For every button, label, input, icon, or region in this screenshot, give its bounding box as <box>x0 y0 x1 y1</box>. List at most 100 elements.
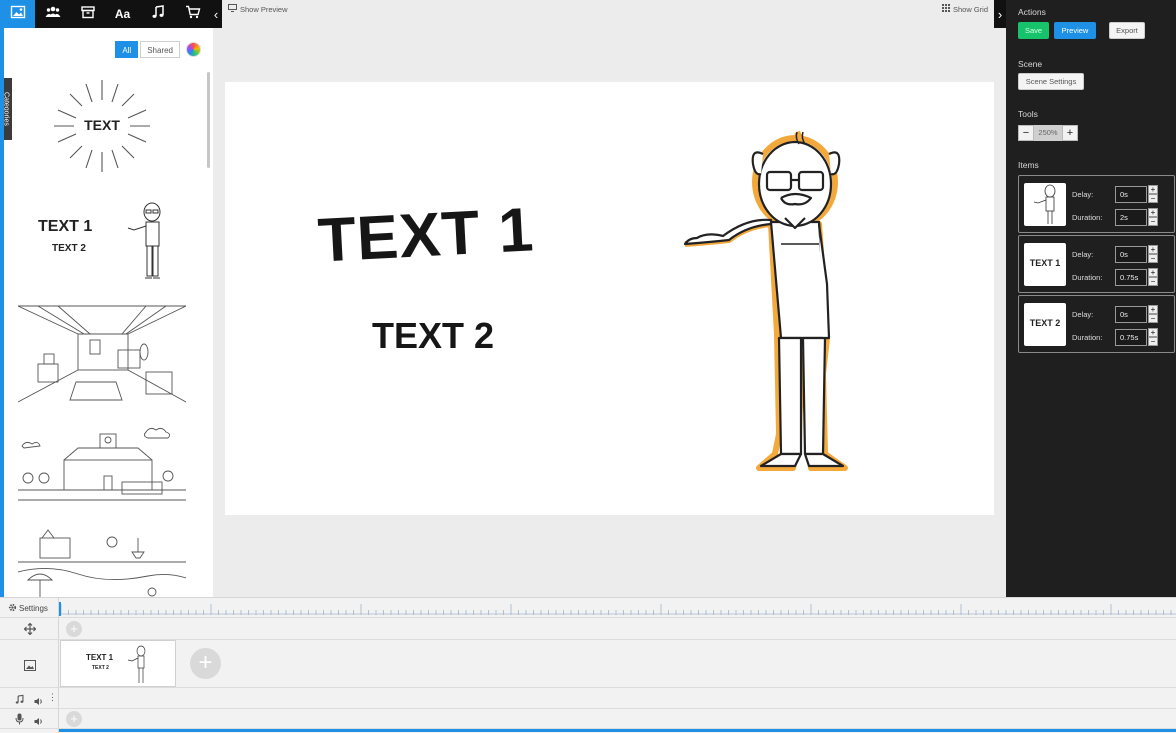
decrement-icon[interactable]: − <box>1148 254 1158 263</box>
delay-stepper[interactable]: + − <box>1148 185 1158 203</box>
item-duration-row: Duration: 0.75s + − <box>1072 268 1158 286</box>
export-button[interactable]: Export <box>1109 22 1145 39</box>
settings-label: Settings <box>19 604 48 613</box>
decrement-icon[interactable]: − <box>1148 194 1158 203</box>
timeline-scrollbar[interactable] <box>59 729 1176 732</box>
decrement-icon[interactable]: − <box>1148 314 1158 323</box>
asset-text1-label: TEXT 1 <box>38 218 93 235</box>
characters-tab[interactable] <box>35 0 70 28</box>
zoom-out-button[interactable]: − <box>1018 125 1034 141</box>
delay-stepper[interactable]: + − <box>1148 245 1158 263</box>
item-card-text2[interactable]: TEXT 2 Delay: 0s + − Duration: 0.75s + − <box>1018 295 1175 353</box>
show-grid-toggle[interactable]: Show Grid <box>941 4 988 14</box>
duration-label: Duration: <box>1072 332 1103 342</box>
filter-all-button[interactable]: All <box>115 41 139 58</box>
image-icon <box>24 658 36 676</box>
duration-stepper[interactable]: + − <box>1148 328 1158 346</box>
increment-icon[interactable]: + <box>1148 245 1158 254</box>
filter-shared-button[interactable]: Shared <box>140 41 180 58</box>
delay-input[interactable]: 0s <box>1115 305 1147 323</box>
add-voice-button[interactable]: + <box>66 711 82 727</box>
asset-school-scene[interactable] <box>18 426 186 514</box>
timeline-ruler[interactable] <box>59 598 1176 618</box>
duration-stepper[interactable]: + − <box>1148 208 1158 226</box>
old-man-thumbnail <box>127 202 161 279</box>
move-icon <box>23 622 37 640</box>
text-tab[interactable]: Aa <box>105 0 140 28</box>
monitor-icon <box>228 4 237 14</box>
duration-label: Duration: <box>1072 212 1103 222</box>
asset-text-burst[interactable]: TEXT <box>18 76 186 176</box>
playhead[interactable] <box>59 602 61 616</box>
item-duration-row: Duration: 0.75s + − <box>1072 328 1158 346</box>
volume-icon[interactable] <box>34 713 44 731</box>
delay-input[interactable]: 0s <box>1115 245 1147 263</box>
increment-icon[interactable]: + <box>1148 185 1158 194</box>
scene-canvas[interactable]: TEXT 1 TEXT 2 <box>225 82 994 515</box>
delay-label: Delay: <box>1072 309 1094 319</box>
zoom-control: − 250% + <box>1018 125 1078 141</box>
gear-icon <box>8 603 17 614</box>
props-tab[interactable] <box>70 0 105 28</box>
increment-icon[interactable]: + <box>1148 208 1158 217</box>
collapse-panel-button[interactable]: › <box>994 0 1006 28</box>
old-man-character[interactable] <box>677 124 857 474</box>
app-window: Aa ‹ Categories All Shared TEXT TEXT 1 T… <box>0 0 1176 733</box>
scene-settings-button[interactable]: Scene Settings <box>1018 73 1084 90</box>
library-filter: All Shared <box>115 41 201 58</box>
canvas-text1[interactable]: TEXT 1 <box>316 194 536 276</box>
track-menu-icon[interactable]: ⋮ <box>48 692 57 703</box>
item-delay-row: Delay: 0s + − <box>1072 185 1158 203</box>
add-scene-button[interactable]: + <box>190 648 221 679</box>
asset-toolbar: Aa ‹ <box>0 0 222 28</box>
delay-input[interactable]: 0s <box>1115 185 1147 203</box>
duration-stepper[interactable]: + − <box>1148 268 1158 286</box>
categories-tab[interactable]: Categories <box>4 78 12 140</box>
store-tab[interactable] <box>175 0 210 28</box>
duration-input[interactable]: 0.75s <box>1115 268 1147 286</box>
duration-input[interactable]: 0.75s <box>1115 328 1147 346</box>
music-track <box>0 688 1176 709</box>
asset-room-scene[interactable] <box>17 304 187 406</box>
asset-text-label: TEXT <box>84 117 120 133</box>
timeline: Settings + TEXT 1 TEXT 2 + ⋮ + <box>0 597 1176 733</box>
duration-input[interactable]: 2s <box>1115 208 1147 226</box>
item-delay-row: Delay: 0s + − <box>1072 245 1158 263</box>
preview-button[interactable]: Preview <box>1054 22 1096 39</box>
decrement-icon[interactable]: − <box>1148 277 1158 286</box>
save-button[interactable]: Save <box>1018 22 1049 39</box>
increment-icon[interactable]: + <box>1148 268 1158 277</box>
decrement-icon[interactable]: − <box>1148 337 1158 346</box>
library-scrollbar[interactable] <box>207 72 210 168</box>
decrement-icon[interactable]: − <box>1148 217 1158 226</box>
audio-tab[interactable] <box>140 0 175 28</box>
item-thumbnail: TEXT 1 <box>1024 243 1066 286</box>
asset-character-text[interactable]: TEXT 1 TEXT 2 <box>18 200 186 285</box>
asset-library: Categories All Shared TEXT TEXT 1 TEXT 2 <box>0 28 213 597</box>
images-tab[interactable] <box>0 0 35 28</box>
increment-icon[interactable]: + <box>1148 305 1158 314</box>
scene-clip[interactable]: TEXT 1 TEXT 2 <box>60 640 176 687</box>
canvas-text2[interactable]: TEXT 2 <box>372 315 494 357</box>
zoom-in-button[interactable]: + <box>1062 125 1078 141</box>
item-card-text1[interactable]: TEXT 1 Delay: 0s + − Duration: 0.75s + − <box>1018 235 1175 293</box>
item-card-character[interactable]: Delay: 0s + − Duration: 2s + − <box>1018 175 1175 233</box>
asset-beach-scene[interactable] <box>17 528 187 597</box>
timeline-settings-button[interactable]: Settings <box>8 603 48 614</box>
school-scene-thumbnail <box>18 427 186 501</box>
old-man-thumbnail <box>127 645 146 683</box>
item-duration-row: Duration: 2s + − <box>1072 208 1158 226</box>
asset-text2-label: TEXT 2 <box>52 243 86 254</box>
scene-track <box>0 640 1176 688</box>
actions-heading: Actions <box>1018 7 1046 17</box>
delay-stepper[interactable]: + − <box>1148 305 1158 323</box>
add-camera-button[interactable]: + <box>66 621 82 637</box>
image-icon <box>10 4 26 25</box>
show-preview-toggle[interactable]: Show Preview <box>228 4 288 14</box>
collapse-library-button[interactable]: ‹ <box>210 0 222 28</box>
duration-label: Duration: <box>1072 272 1103 282</box>
people-icon <box>45 4 61 25</box>
color-filter-icon[interactable] <box>186 42 201 57</box>
clip-text1: TEXT 1 <box>86 653 114 662</box>
increment-icon[interactable]: + <box>1148 328 1158 337</box>
